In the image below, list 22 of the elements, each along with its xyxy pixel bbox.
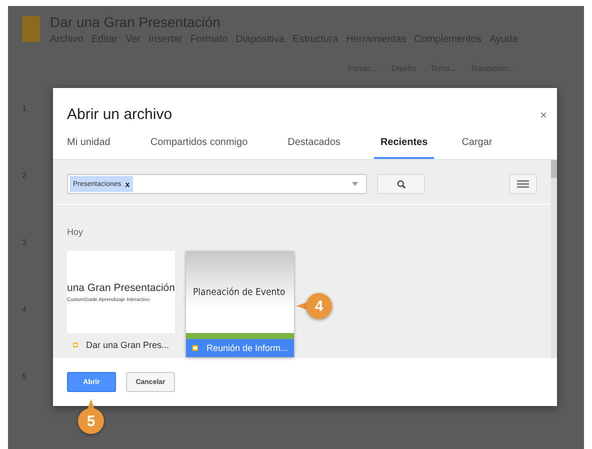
file-card[interactable]: Planeación de Evento Reunión de Inform...: [186, 251, 294, 357]
preview-title: una Gran Presentación: [67, 282, 175, 294]
scrollbar[interactable]: [551, 160, 557, 358]
close-button[interactable]: ×: [540, 108, 547, 122]
tab[interactable]: Mi unidad: [61, 137, 116, 159]
dialog-title: Abrir un archivo: [67, 106, 172, 123]
file-name: Reunión de Inform...: [206, 343, 288, 353]
section-heading: Hoy: [67, 227, 84, 237]
dropdown-caret-icon[interactable]: [352, 182, 358, 186]
remove-chip-button[interactable]: x: [125, 180, 130, 188]
list-view-button[interactable]: [509, 174, 537, 194]
search-icon: [396, 180, 406, 188]
file-name: Dar una Gran Pres...: [86, 340, 169, 350]
list-icon: [517, 180, 529, 188]
tab[interactable]: Compartidos conmigo: [144, 137, 254, 159]
tab[interactable]: Destacados: [282, 137, 346, 159]
slides-file-icon: [73, 340, 78, 350]
slides-file-icon: [192, 343, 198, 353]
preview-title: Planeación de Evento: [192, 286, 286, 298]
search-button[interactable]: [377, 174, 425, 194]
tab[interactable]: Cargar: [456, 137, 498, 159]
step-callout: 5: [78, 408, 104, 434]
